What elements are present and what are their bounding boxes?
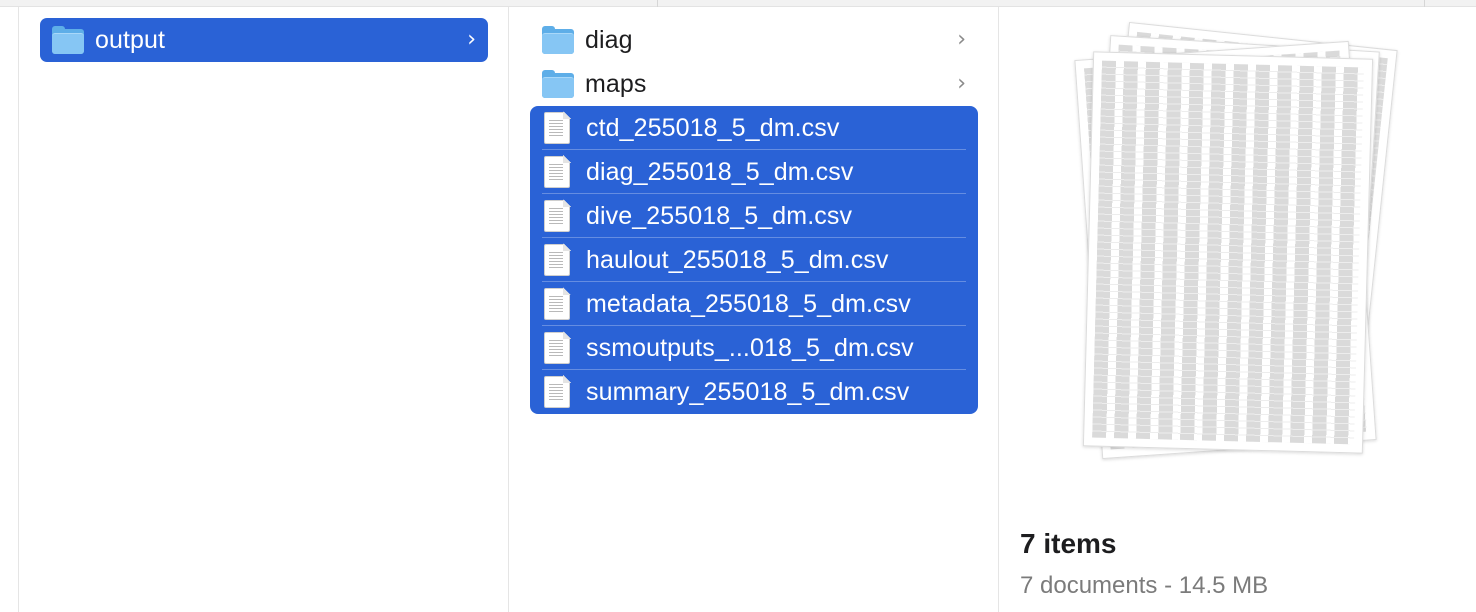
file-label: diag_255018_5_dm.csv [586,157,854,186]
file-label: ssmoutputs_...018_5_dm.csv [586,333,914,362]
column-divider[interactable] [998,7,999,612]
file-label: haulout_255018_5_dm.csv [586,245,889,274]
file-label: ctd_255018_5_dm.csv [586,113,840,142]
file-row[interactable]: ssmoutputs_...018_5_dm.csv [530,326,978,370]
folder-label: output [95,25,166,54]
file-row[interactable]: ctd_255018_5_dm.csv [530,106,978,150]
csv-document-icon [544,243,571,276]
folder-label: maps [585,69,647,98]
column-divider[interactable] [508,7,509,612]
chevron-right-icon: › [957,27,966,52]
file-row[interactable]: dive_255018_5_dm.csv [530,194,978,238]
csv-document-icon [544,111,571,144]
file-label: summary_255018_5_dm.csv [586,377,910,406]
file-row[interactable]: diag_255018_5_dm.csv [530,150,978,194]
multi-document-preview-thumbnail [1058,21,1418,475]
column-divider[interactable] [18,7,19,612]
csv-document-icon [544,287,571,320]
column2-folder-diag[interactable]: diag › [530,18,978,62]
chevron-right-icon: › [957,71,966,96]
folder-icon [542,70,574,98]
preview-summary: 7 documents - 14.5 MB [1020,572,1269,599]
file-label: dive_255018_5_dm.csv [586,201,853,230]
csv-document-icon [544,155,571,188]
chevron-right-icon: › [467,27,476,52]
csv-document-icon [544,331,571,364]
folder-icon [542,26,574,54]
file-label: metadata_255018_5_dm.csv [586,289,911,318]
window-top-strip [0,0,1476,7]
csv-document-icon [544,199,571,232]
csv-document-icon [544,375,571,408]
folder-label: diag [585,25,633,54]
file-row[interactable]: summary_255018_5_dm.csv [530,370,978,414]
preview-item-count: 7 items [1020,528,1117,559]
column-header-divider [657,0,658,7]
folder-icon [52,26,84,54]
file-row[interactable]: haulout_255018_5_dm.csv [530,238,978,282]
column-header-divider [1424,0,1425,7]
column2-folder-maps[interactable]: maps › [530,62,978,106]
column1-folder-output[interactable]: output › [40,18,488,62]
preview-page [1082,51,1374,454]
file-row[interactable]: metadata_255018_5_dm.csv [530,282,978,326]
